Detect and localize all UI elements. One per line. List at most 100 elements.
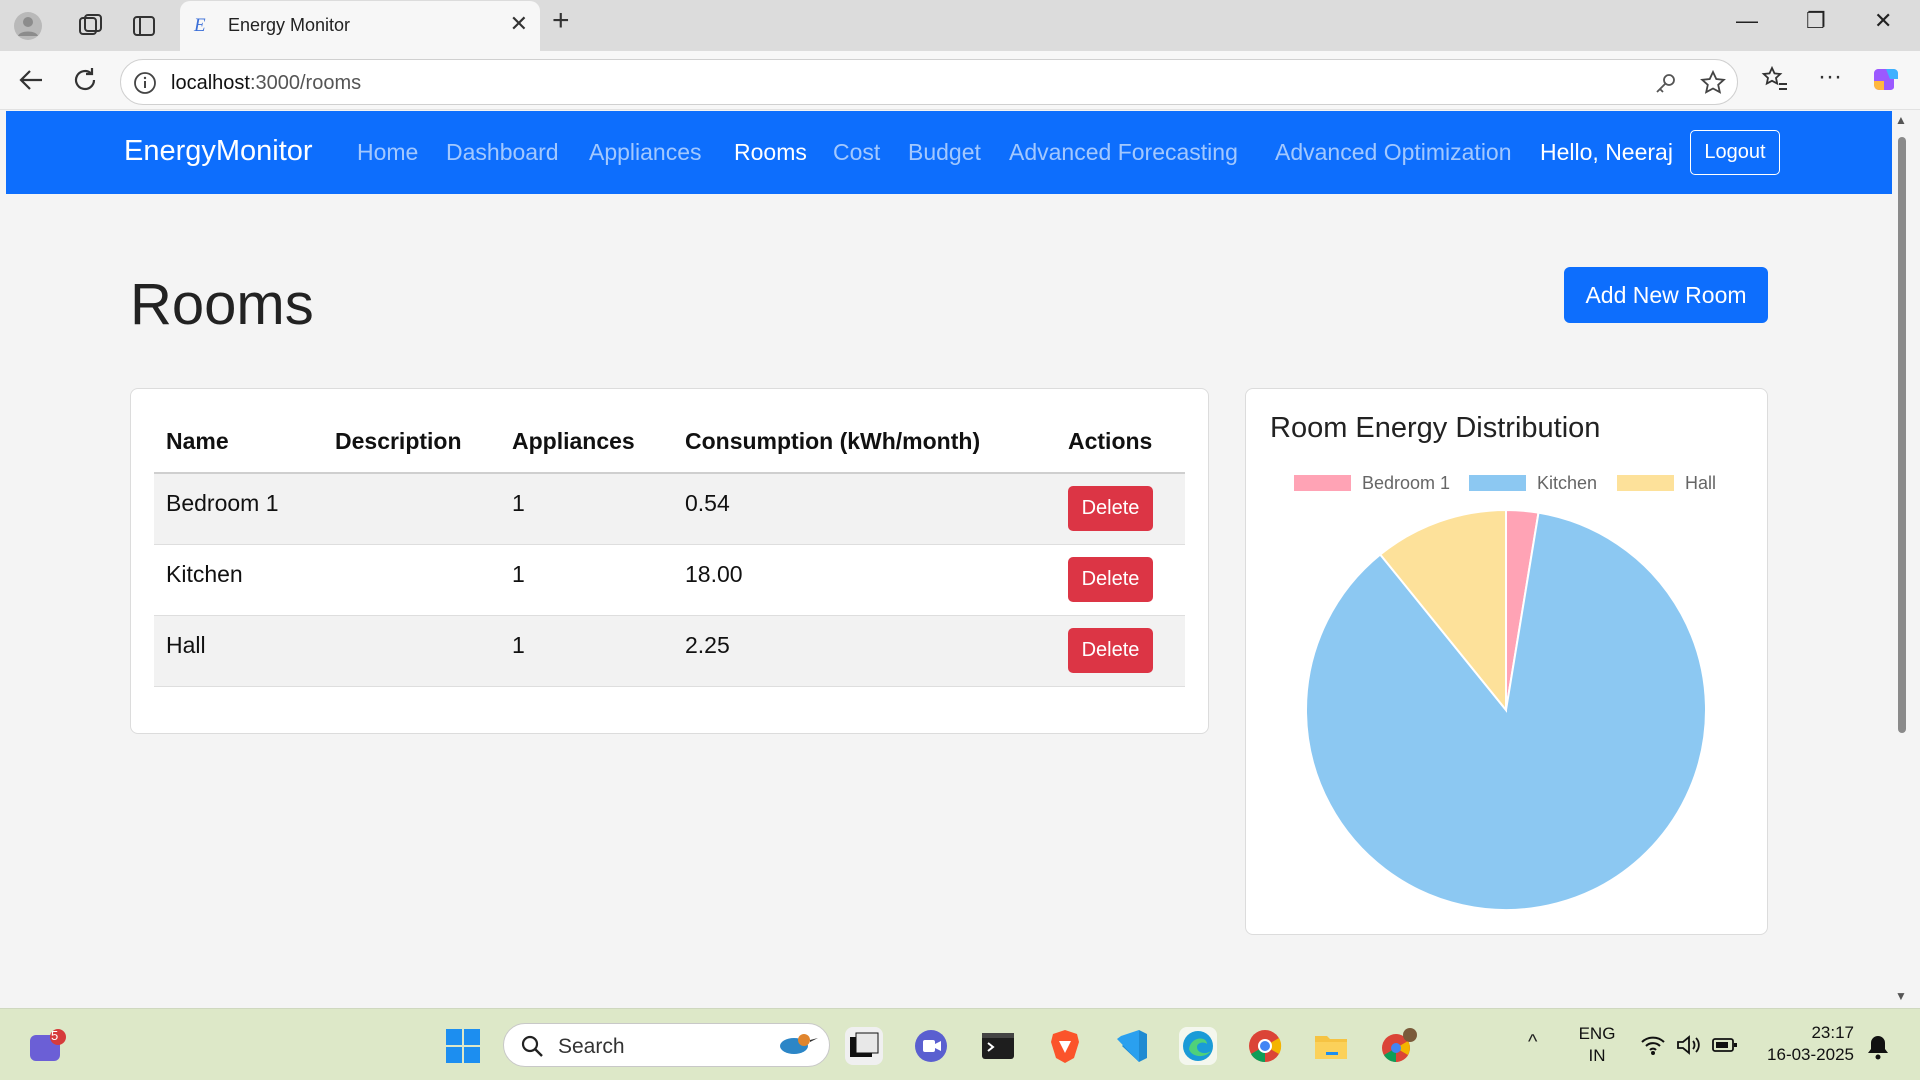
clock-time: 23:17 <box>1811 1023 1854 1042</box>
column-header-description: Description <box>323 411 500 474</box>
column-header-consumption: Consumption (kWh/month) <box>673 411 1056 474</box>
nav-link-advanced-forecasting[interactable]: Advanced Forecasting <box>1009 139 1238 166</box>
nav-link-rooms[interactable]: Rooms <box>734 139 807 166</box>
scroll-up-icon[interactable]: ▲ <box>1895 113 1907 127</box>
nav-link-dashboard[interactable]: Dashboard <box>446 139 559 166</box>
legend-label: Bedroom 1 <box>1362 473 1451 493</box>
room-name: Bedroom 1 <box>154 473 323 545</box>
url-host: localhost <box>171 72 250 94</box>
delete-button[interactable]: Delete <box>1068 486 1153 531</box>
room-consumption: 2.25 <box>673 615 1056 687</box>
wifi-icon[interactable] <box>1640 1034 1666 1061</box>
legend-swatch <box>1469 475 1526 491</box>
restore-icon[interactable]: ❐ <box>1806 8 1826 34</box>
taskbar-search[interactable]: Search <box>503 1023 830 1067</box>
favorite-star-icon[interactable] <box>1699 69 1727 102</box>
rooms-table: Name Description Appliances Consumption … <box>154 411 1185 687</box>
teams-icon[interactable]: 5 <box>28 1028 68 1070</box>
edge-icon[interactable] <box>1179 1027 1217 1065</box>
start-icon[interactable] <box>445 1028 481 1069</box>
tab-energy-monitor[interactable]: E Energy Monitor ✕ <box>180 1 540 51</box>
notification-count: 5 <box>51 1028 59 1043</box>
logout-button[interactable]: Logout <box>1690 130 1780 175</box>
column-header-name: Name <box>154 411 323 474</box>
more-options-icon[interactable]: ··· <box>1818 63 1842 91</box>
nav-link-budget[interactable]: Budget <box>908 139 981 166</box>
brave-browser-icon[interactable] <box>1046 1027 1084 1065</box>
scroll-down-icon[interactable]: ▼ <box>1895 989 1907 1003</box>
add-new-room-button[interactable]: Add New Room <box>1564 267 1768 323</box>
url-path: :3000/rooms <box>249 72 362 94</box>
nav-link-appliances[interactable]: Appliances <box>589 139 702 166</box>
room-description <box>323 473 500 545</box>
delete-button[interactable]: Delete <box>1068 556 1153 602</box>
nav-link-home[interactable]: Home <box>357 139 418 166</box>
room-name: Hall <box>154 615 323 687</box>
volume-icon[interactable] <box>1675 1034 1701 1061</box>
vscode-icon[interactable] <box>1112 1027 1150 1065</box>
task-view-icon[interactable] <box>845 1027 883 1065</box>
minimize-icon[interactable]: — <box>1736 8 1758 34</box>
vertical-tabs-icon[interactable] <box>128 10 160 42</box>
windows-taskbar: 5 Search ^ ENG IN 23:17 16-03-2025 <box>0 1008 1920 1080</box>
room-name: Kitchen <box>154 544 323 616</box>
page-content: EnergyMonitor Home Dashboard Appliances … <box>6 111 1892 1006</box>
language-indicator[interactable]: ENG IN <box>1578 1023 1616 1067</box>
language-code: ENG <box>1578 1024 1616 1043</box>
workspaces-icon[interactable] <box>74 10 106 42</box>
region-code: IN <box>1588 1046 1606 1065</box>
room-consumption: 0.54 <box>673 473 1056 545</box>
clipchamp-icon[interactable] <box>912 1027 950 1065</box>
address-bar-row: localhost:3000/rooms ··· <box>0 51 1920 110</box>
file-explorer-icon[interactable] <box>1312 1027 1350 1065</box>
room-actions: Delete <box>1056 544 1185 616</box>
scroll-thumb[interactable] <box>1898 137 1906 733</box>
nav-link-cost[interactable]: Cost <box>833 139 880 166</box>
terminal-icon[interactable] <box>979 1027 1017 1065</box>
clock[interactable]: 23:17 16-03-2025 <box>1758 1022 1854 1066</box>
room-appliances: 1 <box>500 544 673 616</box>
profile-icon[interactable] <box>12 10 44 42</box>
search-highlight-bird-icon <box>768 1028 818 1069</box>
chart-title: Room Energy Distribution <box>1270 412 1601 444</box>
back-icon[interactable] <box>16 65 46 100</box>
delete-button[interactable]: Delete <box>1068 627 1153 673</box>
close-window-icon[interactable]: ✕ <box>1874 8 1892 34</box>
rooms-table-card: Name Description Appliances Consumption … <box>130 388 1209 734</box>
room-energy-pie-chart <box>1305 509 1707 911</box>
search-label: Search <box>558 1035 625 1058</box>
legend-label: Kitchen <box>1537 473 1598 493</box>
copilot-icon[interactable] <box>1870 63 1902 100</box>
column-header-actions: Actions <box>1056 411 1185 474</box>
nav-link-advanced-optimization[interactable]: Advanced Optimization <box>1275 139 1512 166</box>
refresh-icon[interactable] <box>70 65 100 100</box>
show-hidden-icons-icon[interactable]: ^ <box>1528 1031 1537 1054</box>
url-text: localhost:3000/rooms <box>171 72 361 95</box>
column-header-appliances: Appliances <box>500 411 673 474</box>
tab-favicon: E <box>194 15 206 36</box>
notification-bell-icon[interactable] <box>1866 1034 1890 1065</box>
top-navbar: EnergyMonitor Home Dashboard Appliances … <box>6 111 1892 194</box>
new-tab-icon[interactable]: + <box>552 4 584 37</box>
brand-logo[interactable]: EnergyMonitor <box>124 135 313 168</box>
search-icon <box>520 1034 544 1063</box>
close-icon[interactable]: ✕ <box>510 11 528 37</box>
key-icon[interactable] <box>1653 70 1679 101</box>
battery-icon[interactable] <box>1712 1036 1738 1059</box>
clock-date: 16-03-2025 <box>1767 1045 1854 1064</box>
room-description <box>323 544 500 616</box>
room-appliances: 1 <box>500 615 673 687</box>
tab-title: Energy Monitor <box>228 15 351 35</box>
legend-label: Hall <box>1685 473 1717 493</box>
table-row: Hall 1 2.25 Delete <box>154 615 1185 687</box>
chrome-icon[interactable] <box>1246 1027 1284 1065</box>
url-field[interactable]: localhost:3000/rooms <box>120 59 1738 105</box>
table-row: Bedroom 1 1 0.54 Delete <box>154 473 1185 545</box>
browser-tab-bar: E Energy Monitor ✕ + — ❐ ✕ <box>0 0 1920 51</box>
energy-distribution-card: Room Energy Distribution Bedroom 1 Kitch… <box>1245 388 1768 935</box>
chrome-profile-icon[interactable] <box>1379 1027 1417 1065</box>
room-consumption: 18.00 <box>673 544 1056 616</box>
favorites-icon[interactable] <box>1760 64 1790 99</box>
page-scrollbar[interactable]: ▲ ▼ <box>1892 111 1912 1006</box>
site-info-icon[interactable] <box>133 71 157 100</box>
